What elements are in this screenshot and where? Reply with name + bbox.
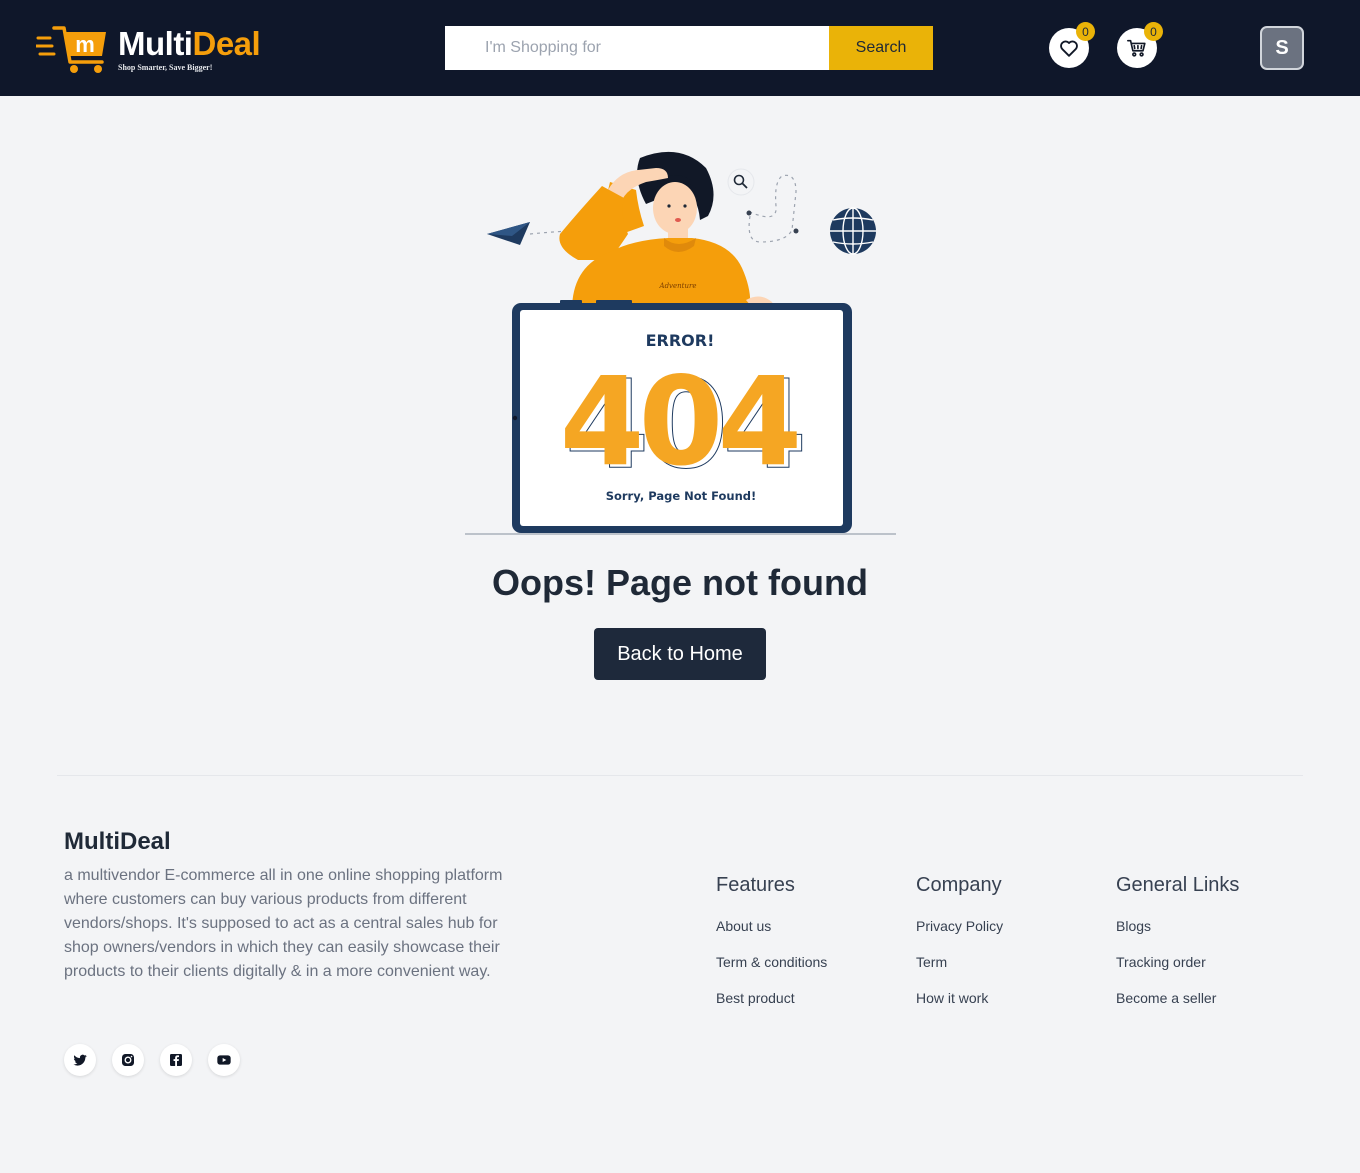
error-404-illustration: Adventure ERROR! 404 404 Sorry, Page Not… bbox=[465, 151, 896, 535]
footer-column-general-links: General Links Blogs Tracking order Becom… bbox=[1116, 874, 1239, 1024]
logo-wordmark: MultiDeal bbox=[118, 25, 261, 62]
footer-link-how-it-work[interactable]: How it work bbox=[916, 988, 1003, 1024]
site-logo[interactable]: m MultiDeal Shop Smarter, Save Bigger! bbox=[36, 18, 306, 78]
twitter-link[interactable] bbox=[64, 1044, 96, 1076]
search-input[interactable] bbox=[445, 26, 829, 70]
youtube-link[interactable] bbox=[208, 1044, 240, 1076]
footer-link-best-product[interactable]: Best product bbox=[716, 988, 827, 1024]
wishlist-count-badge: 0 bbox=[1076, 22, 1095, 41]
svg-text:m: m bbox=[75, 32, 95, 57]
search-button[interactable]: Search bbox=[829, 26, 933, 70]
error-subtitle: Sorry, Page Not Found! bbox=[606, 489, 757, 503]
footer-divider bbox=[57, 775, 1303, 776]
footer-brand: MultiDeal bbox=[64, 828, 171, 855]
tablet-screen: ERROR! 404 404 Sorry, Page Not Found! bbox=[512, 300, 852, 533]
footer-column-title: General Links bbox=[1116, 874, 1240, 896]
footer-column-title: Company bbox=[916, 874, 1002, 896]
back-to-home-button[interactable]: Back to Home bbox=[594, 628, 766, 680]
cart-count-badge: 0 bbox=[1144, 22, 1163, 41]
paper-plane-icon bbox=[487, 222, 530, 245]
footer-link-tracking-order[interactable]: Tracking order bbox=[1116, 952, 1239, 988]
footer-link-about-us[interactable]: About us bbox=[716, 916, 827, 952]
heart-icon bbox=[1060, 40, 1078, 57]
instagram-link[interactable] bbox=[112, 1044, 144, 1076]
error-heading: ERROR! bbox=[646, 331, 715, 350]
cart-icon bbox=[1127, 39, 1146, 57]
magnifier-icon bbox=[727, 168, 755, 196]
footer-column-features: Features About us Term & conditions Best… bbox=[716, 874, 827, 1024]
facebook-icon bbox=[170, 1054, 182, 1066]
footer-link-privacy-policy[interactable]: Privacy Policy bbox=[916, 916, 1003, 952]
globe-icon bbox=[830, 207, 876, 255]
footer-link-become-seller[interactable]: Become a seller bbox=[1116, 988, 1239, 1024]
logo-tagline: Shop Smarter, Save Bigger! bbox=[118, 63, 213, 72]
search-bar: Search bbox=[445, 26, 933, 70]
error-code: 404 bbox=[560, 351, 798, 493]
youtube-icon bbox=[217, 1055, 231, 1065]
instagram-icon bbox=[122, 1054, 134, 1066]
footer-column-company: Company Privacy Policy Term How it work bbox=[916, 874, 1003, 1024]
wishlist-button[interactable]: 0 bbox=[1049, 22, 1095, 68]
footer-link-blogs[interactable]: Blogs bbox=[1116, 916, 1239, 952]
page-title: Oops! Page not found bbox=[492, 562, 868, 603]
top-navbar: m MultiDeal Shop Smarter, Save Bigger! S… bbox=[0, 0, 1360, 96]
sweater-text: Adventure bbox=[659, 282, 697, 290]
social-links bbox=[64, 1044, 240, 1076]
facebook-link[interactable] bbox=[160, 1044, 192, 1076]
user-avatar[interactable]: S bbox=[1260, 26, 1304, 70]
footer-link-term[interactable]: Term bbox=[916, 952, 1003, 988]
footer-column-title: Features bbox=[716, 874, 795, 896]
twitter-icon bbox=[73, 1054, 87, 1066]
cart-logo-icon: m bbox=[36, 26, 106, 73]
cart-button[interactable]: 0 bbox=[1117, 22, 1163, 68]
footer-link-terms-conditions[interactable]: Term & conditions bbox=[716, 952, 827, 988]
footer-description: a multivendor E-commerce all in one onli… bbox=[64, 867, 503, 980]
